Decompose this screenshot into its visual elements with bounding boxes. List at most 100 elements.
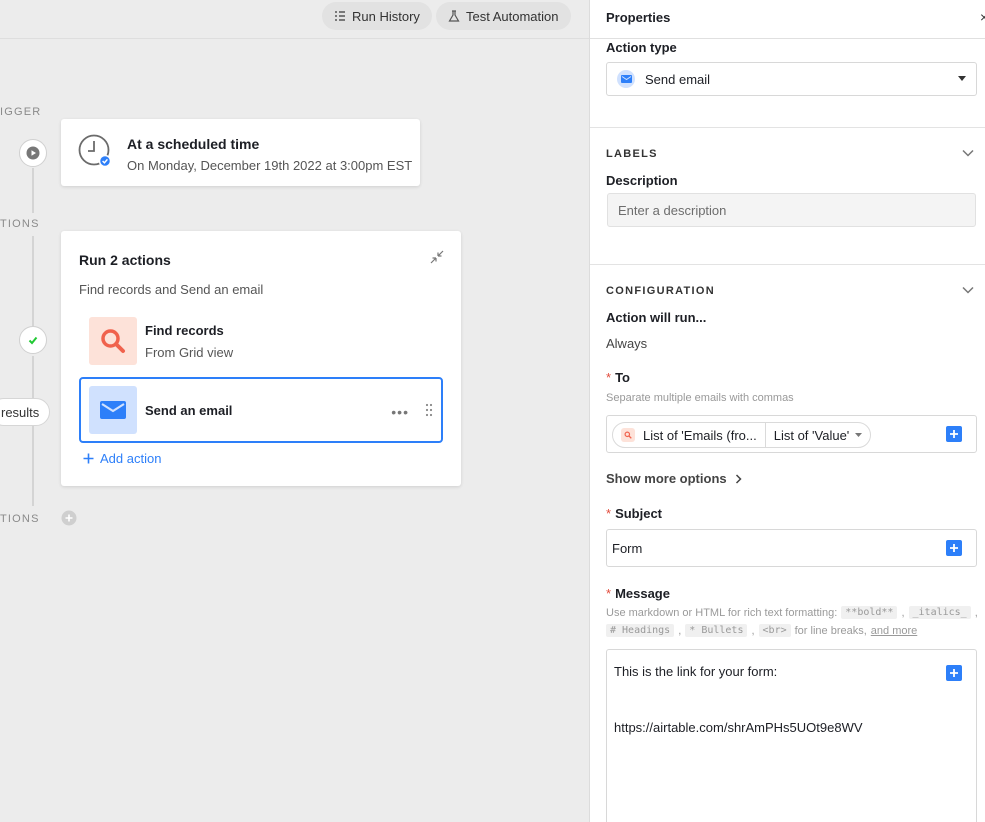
results-pill-label: results	[1, 404, 40, 420]
chip-italics: _italics_	[908, 606, 971, 619]
search-icon	[101, 329, 125, 353]
action-name: Find records	[145, 323, 224, 338]
to-help-text: Separate multiple emails with commas	[606, 392, 794, 404]
message-label-text: Message	[615, 586, 670, 601]
action-type-value: Send email	[645, 71, 711, 87]
required-marker: *	[606, 370, 612, 385]
message-line-2: https://airtable.com/shrAmPHs5UOt9e8WV	[614, 720, 863, 735]
add-action-label: Add action	[100, 451, 162, 466]
close-icon[interactable]: ×	[980, 9, 985, 25]
trigger-card[interactable]: At a scheduled time On Monday, December …	[61, 119, 420, 186]
subject-label: * Subject	[606, 506, 662, 521]
action-find-records[interactable]: Find records From Grid view	[79, 308, 443, 374]
find-records-icon-tile	[89, 317, 137, 365]
chevron-right-icon	[735, 473, 742, 484]
message-help-line-2: # Headings, * Bullets, <br> for line bre…	[606, 624, 917, 637]
results-pill[interactable]: results	[0, 398, 51, 426]
chip-br: <br>	[758, 624, 791, 637]
search-icon	[621, 428, 635, 442]
labels-section-heading: LABELS	[606, 148, 658, 160]
to-label: * To	[606, 370, 630, 385]
actions-node[interactable]	[19, 326, 47, 354]
subject-field[interactable]: Form	[606, 529, 977, 567]
panel-header: Properties ×	[590, 0, 985, 39]
plus-icon	[950, 430, 958, 438]
action-type-label: Action type	[606, 40, 677, 55]
flask-icon	[448, 10, 460, 22]
flow-line	[32, 356, 34, 506]
to-token-2: List of 'Value'	[773, 427, 850, 443]
chip-bold: **bold**	[841, 606, 898, 619]
to-token-1: List of 'Emails (fro...	[643, 427, 757, 443]
actions-group-card[interactable]: Run 2 actions Find records and Send an e…	[61, 231, 461, 486]
action-send-email[interactable]: Send an email •••	[79, 377, 443, 443]
send-email-icon-tile	[89, 386, 137, 434]
trigger-node[interactable]	[19, 139, 47, 167]
add-condition-icon[interactable]	[61, 510, 77, 526]
automation-canvas: Run History Test Automation IGGER TIONS …	[0, 0, 589, 822]
collapse-icon[interactable]	[429, 249, 445, 265]
to-label-text: To	[615, 370, 630, 385]
list-icon	[335, 11, 345, 21]
action-type-select[interactable]: Send email	[606, 62, 977, 96]
action-will-run-label: Action will run...	[606, 310, 707, 325]
action-will-run-value: Always	[606, 336, 648, 351]
drag-handle-icon[interactable]	[425, 403, 433, 417]
actions-section-label: TIONS	[0, 218, 40, 230]
clock-icon	[78, 134, 112, 168]
message-help-suffix: for line breaks,	[794, 624, 867, 637]
and-more-link[interactable]: and more	[871, 625, 917, 637]
to-token-source[interactable]: List of 'Emails (fro...	[613, 423, 766, 447]
chip-bullets: * Bullets	[685, 624, 748, 637]
plus-icon	[83, 453, 94, 464]
test-automation-label: Test Automation	[466, 8, 559, 24]
message-help-prefix: Use markdown or HTML for rich text forma…	[606, 606, 838, 619]
show-more-label: Show more options	[606, 471, 727, 486]
actions-group-title: Run 2 actions	[79, 252, 171, 268]
run-history-label: Run History	[352, 8, 420, 24]
insert-field-button[interactable]	[946, 540, 962, 556]
chevron-down-icon[interactable]	[961, 283, 975, 297]
test-automation-button[interactable]: Test Automation	[436, 2, 571, 30]
section-divider	[590, 264, 985, 265]
insert-field-button[interactable]	[946, 665, 962, 681]
to-field[interactable]: List of 'Emails (fro... List of 'Value'	[606, 415, 977, 453]
chip-headings: # Headings	[606, 624, 675, 637]
more-options-icon[interactable]: •••	[391, 404, 409, 420]
flow-line	[32, 168, 34, 213]
plus-icon	[950, 544, 958, 552]
message-field[interactable]: This is the link for your form: https://…	[606, 649, 977, 822]
trigger-title: At a scheduled time	[127, 136, 260, 152]
plus-icon	[950, 669, 958, 677]
subject-value: Form	[612, 541, 643, 556]
message-line-1: This is the link for your form:	[614, 664, 778, 679]
trigger-section-label: IGGER	[0, 106, 42, 118]
description-input[interactable]	[607, 193, 976, 227]
show-more-options-button[interactable]: Show more options	[606, 471, 742, 486]
action-desc: From Grid view	[145, 345, 234, 360]
subject-label-text: Subject	[615, 506, 663, 521]
actions-group-subtitle: Find records and Send an email	[79, 282, 264, 297]
message-label: * Message	[606, 586, 670, 601]
play-icon	[26, 146, 40, 160]
description-label: Description	[606, 173, 678, 188]
envelope-icon	[100, 401, 126, 419]
action-name: Send an email	[145, 403, 233, 418]
run-history-button[interactable]: Run History	[322, 2, 432, 30]
configuration-section-heading: CONFIGURATION	[606, 285, 715, 297]
check-icon	[28, 336, 38, 345]
trigger-subtitle: On Monday, December 19th 2022 at 3:00pm …	[127, 158, 413, 173]
insert-field-button[interactable]	[946, 426, 962, 442]
required-marker: *	[606, 506, 612, 521]
section-divider	[590, 127, 985, 128]
message-help-line-1: Use markdown or HTML for rich text forma…	[606, 606, 978, 619]
flow-line	[32, 236, 34, 326]
envelope-icon	[617, 70, 635, 88]
add-action-button[interactable]: Add action	[83, 451, 161, 466]
to-token-field[interactable]: List of 'Value'	[766, 423, 871, 447]
to-token-pill[interactable]: List of 'Emails (fro... List of 'Value'	[612, 422, 872, 448]
chevron-down-icon[interactable]	[961, 146, 975, 160]
canvas-toolbar: Run History Test Automation	[0, 0, 589, 39]
caret-down-icon	[855, 432, 863, 437]
required-marker: *	[606, 586, 612, 601]
